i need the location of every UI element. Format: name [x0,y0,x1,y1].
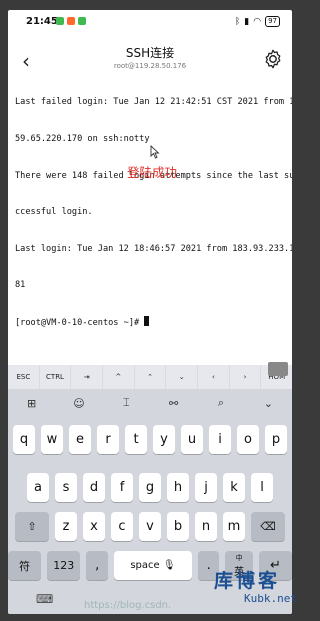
microphone-icon: 🎙 [162,560,176,571]
key-y[interactable]: y [153,425,175,454]
terminal-prompt-line[interactable]: [root@VM-0-10-centos ~]# [15,316,289,329]
ctrl-key[interactable]: CTRL [40,365,72,389]
left-arrow-key[interactable]: ‹ [198,365,230,389]
search-icon[interactable]: ⌕ [211,394,231,412]
brand-main-text: 库博客 [214,570,281,592]
key-o[interactable]: o [237,425,259,454]
shift-key[interactable]: ⇧ [15,512,49,541]
key-q[interactable]: q [13,425,35,454]
text-cursor-icon[interactable]: ⌶ [116,394,136,412]
key-c[interactable]: c [111,512,133,541]
key-j[interactable]: j [195,473,217,502]
login-success-annotation: 登陆成功 [127,165,178,180]
space-label: space [130,560,160,571]
signal-icon: ▮ [244,16,250,27]
link-icon[interactable]: ⚯ [164,394,184,412]
brand-sub-text: Kubk.net [244,592,297,605]
status-bar: 21:45 ᛒ ▮ ◠ 97 [8,10,292,32]
key-g[interactable]: g [139,473,161,502]
keyboard-toggle-icon[interactable] [268,362,288,376]
key-w[interactable]: w [41,425,63,454]
key-s[interactable]: s [55,473,77,502]
comma-key[interactable]: , [86,551,108,580]
key-n[interactable]: n [195,512,217,541]
watermark-url: https://blog.csdn. [84,600,172,611]
phone-screen: 21:45 ᛒ ▮ ◠ 97 ‹ SSH连接 root@119.28.50.17… [8,10,292,614]
key-v[interactable]: v [139,512,161,541]
key-l[interactable]: l [251,473,273,502]
key-x[interactable]: x [83,512,105,541]
key-r[interactable]: r [97,425,119,454]
key-row-2: a s d f g h j k l [8,473,292,502]
key-h[interactable]: h [167,473,189,502]
backspace-key[interactable]: ⌫ [251,512,285,541]
key-e[interactable]: e [69,425,91,454]
terminal-line: Last login: Tue Jan 12 18:46:57 2021 fro… [15,243,292,254]
keyboard-toolbar: ⊞ ☺ ⌶ ⚯ ⌕ ⌄ [8,389,292,417]
tab-key[interactable]: ⇥ [71,365,104,389]
bluetooth-icon: ᛒ [234,16,241,27]
numbers-key[interactable]: 123 [47,551,81,580]
connection-address: root@119.28.50.176 [113,62,187,70]
symbols-key[interactable]: 符 [8,551,42,580]
key-p[interactable]: p [265,425,287,454]
notification-icon-3 [78,17,86,25]
key-u[interactable]: u [181,425,203,454]
key-a[interactable]: a [27,473,49,502]
right-arrow-key[interactable]: › [230,365,262,389]
battery-icon: 97 [265,16,280,27]
keyboard-switch-icon[interactable]: ⌨ [36,592,53,606]
mouse-pointer-icon [150,145,160,159]
key-f[interactable]: f [111,473,133,502]
key-t[interactable]: t [125,425,147,454]
chevron-down-icon[interactable]: ⌄ [258,394,278,412]
extra-keys-bar: ESC CTRL ⇥ ^ ⌃ ⌄ ‹ › HOM [8,365,292,389]
terminal-output[interactable]: Last failed login: Tue Jan 12 21:42:51 C… [15,72,292,354]
shell-prompt: [root@VM-0-10-centos ~]# [15,318,145,329]
key-row-1: q w e r t y u i o p [8,425,292,454]
down-arrow-key[interactable]: ⌄ [166,365,199,389]
terminal-line: Last failed login: Tue Jan 12 21:42:51 C… [15,97,292,108]
key-i[interactable]: i [209,425,231,454]
key-k[interactable]: k [223,473,245,502]
notification-icon-2 [67,17,75,25]
lang-top-label: 中 [235,554,243,562]
key-row-3: ⇧ z x c v b n m ⌫ [8,512,292,541]
grid-icon[interactable]: ⊞ [22,394,42,412]
up-arrow-key[interactable]: ^ [103,365,135,389]
text-cursor [144,316,150,327]
esc-key[interactable]: ESC [8,365,40,389]
key-z[interactable]: z [55,512,77,541]
wifi-icon: ◠ [253,16,262,27]
emoji-icon[interactable]: ☺ [69,394,89,412]
key-b[interactable]: b [167,512,189,541]
up-caret-key[interactable]: ⌃ [135,365,167,389]
terminal-line: 59.65.220.170 on ssh:notty [15,134,150,145]
brand-watermark: 库博客 Kubk.net [200,566,297,614]
key-m[interactable]: m [223,512,245,541]
space-key[interactable]: space 🎙 [113,551,192,580]
terminal-line: 81 [15,280,26,291]
terminal-line: ccessful login. [15,207,93,218]
gear-icon[interactable] [262,48,284,70]
notification-icon-1 [56,17,64,25]
key-d[interactable]: d [83,473,105,502]
page-title: SSH连接 [125,46,175,60]
status-time: 21:45 [26,16,58,27]
